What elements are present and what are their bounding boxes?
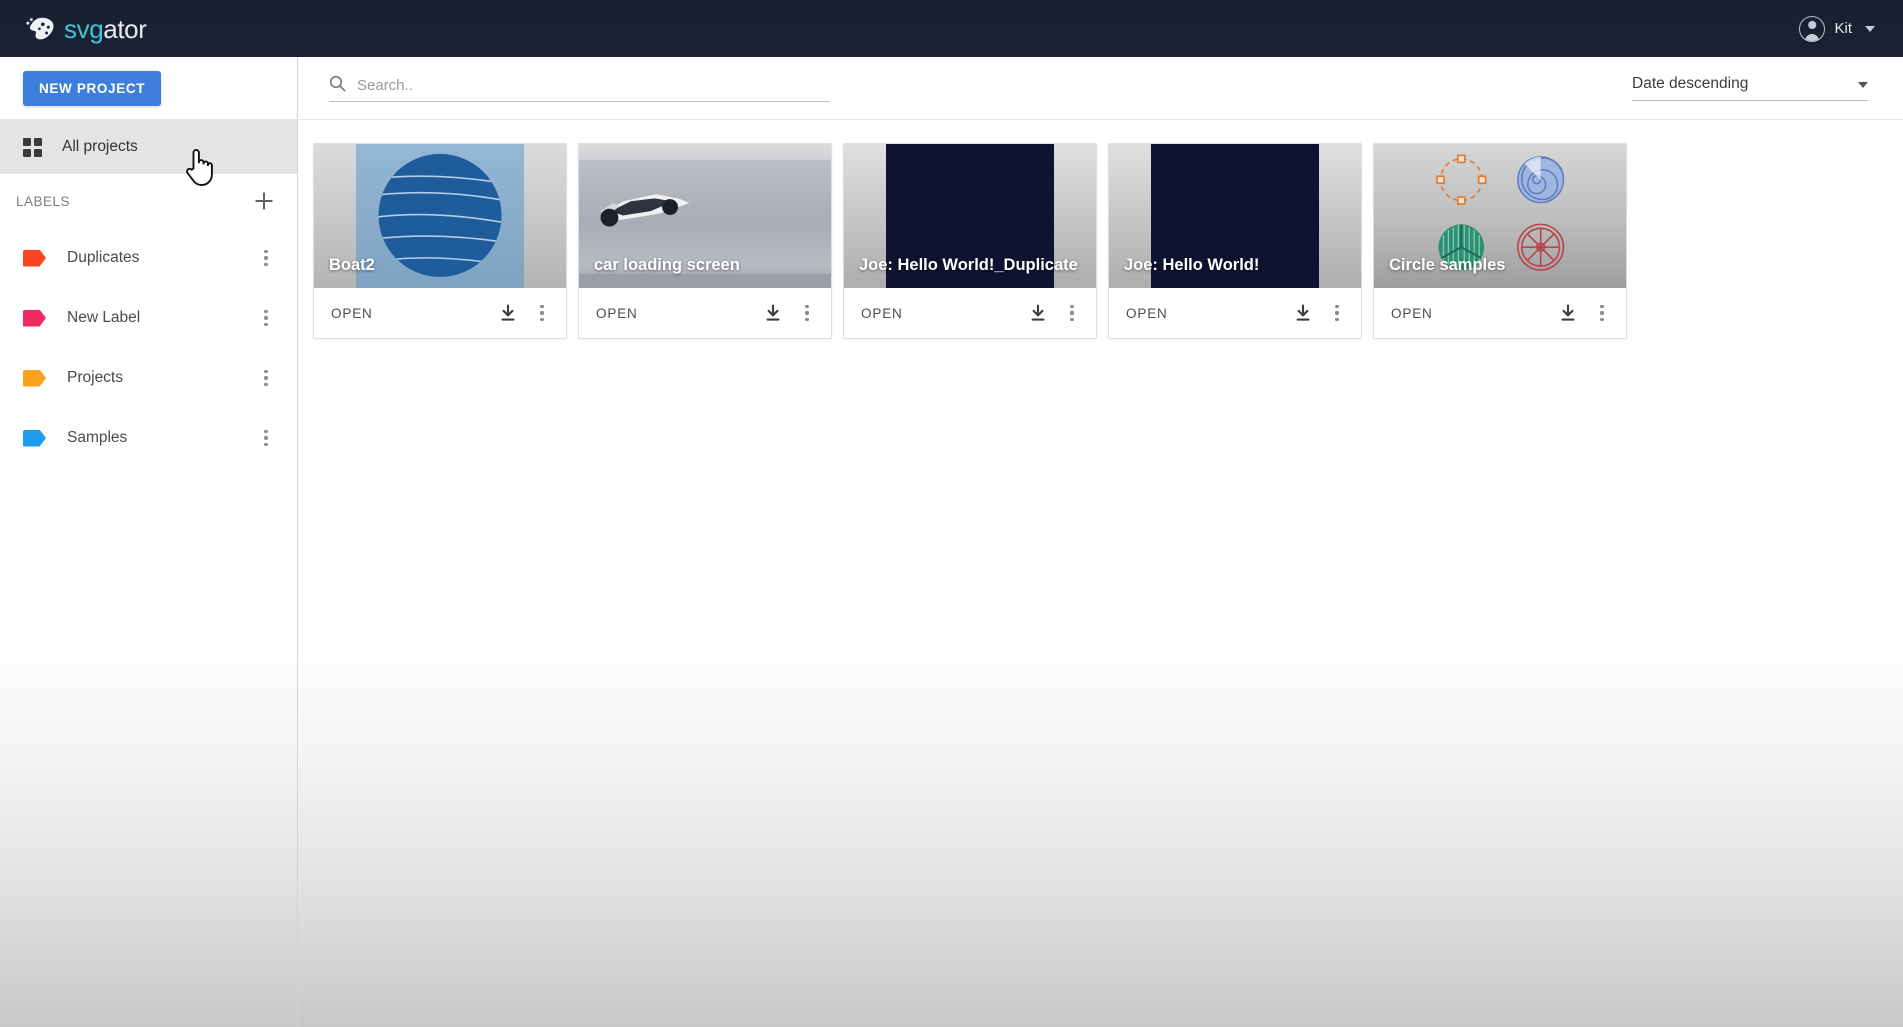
project-grid: Boat2 OPEN car loading screen OPEN Joe: Hell… — [299, 120, 1903, 339]
project-thumbnail[interactable]: car loading screen — [579, 144, 831, 288]
project-thumbnail[interactable]: Joe: Hello World! — [1109, 144, 1361, 288]
thumbnail-art-navy — [1151, 144, 1319, 288]
sidebar-item-label: All projects — [62, 138, 138, 155]
open-project-button[interactable]: OPEN — [1126, 306, 1293, 321]
svgator-mask-icon — [26, 16, 54, 39]
kebab-menu-icon[interactable] — [1326, 302, 1348, 324]
search-input[interactable] — [357, 76, 829, 94]
download-icon[interactable] — [1028, 303, 1048, 323]
project-thumbnail[interactable]: Circle samples — [1374, 144, 1626, 288]
content-toolbar: Date descending — [299, 57, 1903, 120]
label-name: Projects — [67, 369, 123, 386]
project-card-footer: OPEN — [1109, 288, 1361, 338]
user-menu[interactable]: Kit — [1799, 15, 1875, 42]
open-project-button[interactable]: OPEN — [1391, 306, 1558, 321]
main-content: Date descending Boat2OPENcar loading scr… — [299, 57, 1903, 1027]
project-card-footer: OPEN — [844, 288, 1096, 338]
project-card[interactable]: Boat2 OPEN — [313, 143, 567, 339]
label-color-tag — [23, 249, 46, 267]
sort-dropdown[interactable]: Date descending — [1632, 75, 1868, 101]
label-color-tag — [23, 429, 46, 447]
kebab-menu-icon[interactable] — [255, 247, 277, 269]
project-card[interactable]: Joe: Hello World!_Duplicate OPEN — [843, 143, 1097, 339]
download-icon[interactable] — [1293, 303, 1313, 323]
kebab-menu-icon[interactable] — [255, 307, 277, 329]
user-avatar-icon — [1799, 15, 1826, 42]
circle-samples-art — [1436, 154, 1565, 271]
project-card-footer: OPEN — [314, 288, 566, 338]
kebab-menu-icon[interactable] — [1061, 302, 1083, 324]
project-card-footer: OPEN — [579, 288, 831, 338]
download-icon[interactable] — [763, 303, 783, 323]
sort-dropdown-value: Date descending — [1632, 75, 1749, 92]
search-box[interactable] — [329, 75, 829, 102]
top-header-bar: svgator Kit — [0, 0, 1903, 57]
sidebar-header: NEW PROJECT — [0, 57, 297, 120]
open-project-button[interactable]: OPEN — [861, 306, 1028, 321]
sidebar: NEW PROJECT All projects LABELS Duplicat… — [0, 57, 298, 1027]
label-name: Duplicates — [67, 249, 140, 266]
label-name: New Label — [67, 309, 141, 326]
boat-circle-art — [378, 153, 502, 277]
label-name: Samples — [67, 429, 128, 446]
user-name: Kit — [1834, 20, 1852, 37]
chevron-down-icon — [1865, 25, 1875, 32]
project-card[interactable]: Circle samples OPEN — [1373, 143, 1627, 339]
race-car-art — [600, 194, 690, 227]
label-color-tag — [23, 309, 46, 327]
grid-icon — [23, 137, 42, 157]
sidebar-item-all-projects[interactable]: All projects — [0, 120, 297, 174]
labels-title: LABELS — [16, 193, 71, 209]
label-color-tag — [23, 369, 46, 387]
download-icon[interactable] — [498, 303, 518, 323]
kebab-menu-icon[interactable] — [255, 367, 277, 389]
sidebar-label-item[interactable]: New Label — [0, 288, 297, 348]
sidebar-label-item[interactable]: Samples — [0, 408, 297, 468]
open-project-button[interactable]: OPEN — [331, 306, 498, 321]
open-project-button[interactable]: OPEN — [596, 306, 763, 321]
labels-section-header: LABELS — [0, 174, 297, 228]
logo-wordmark: svgator — [64, 13, 147, 44]
search-icon — [329, 75, 346, 91]
project-card-footer: OPEN — [1374, 288, 1626, 338]
logo-text-svg: svg — [64, 13, 104, 44]
app-logo[interactable]: svgator — [26, 13, 147, 44]
kebab-menu-icon[interactable] — [796, 302, 818, 324]
thumbnail-art-navy — [886, 144, 1054, 288]
plus-icon[interactable] — [251, 188, 277, 214]
project-card[interactable]: car loading screen OPEN — [578, 143, 832, 339]
download-icon[interactable] — [1558, 303, 1578, 323]
labels-list: Duplicates New Label Projects Samples — [0, 228, 297, 468]
chevron-down-icon — [1858, 82, 1868, 88]
project-thumbnail[interactable]: Boat2 — [314, 144, 566, 288]
logo-text-ator: ator — [103, 13, 147, 44]
new-project-button[interactable]: NEW PROJECT — [23, 70, 162, 106]
kebab-menu-icon[interactable] — [1591, 302, 1613, 324]
app-root: svgator Kit NEW PROJECT All projects LAB… — [0, 0, 1903, 1027]
kebab-menu-icon[interactable] — [531, 302, 553, 324]
project-card[interactable]: Joe: Hello World! OPEN — [1108, 143, 1362, 339]
kebab-menu-icon[interactable] — [255, 427, 277, 449]
sidebar-label-item[interactable]: Projects — [0, 348, 297, 408]
sidebar-label-item[interactable]: Duplicates — [0, 228, 297, 288]
project-thumbnail[interactable]: Joe: Hello World!_Duplicate — [844, 144, 1096, 288]
